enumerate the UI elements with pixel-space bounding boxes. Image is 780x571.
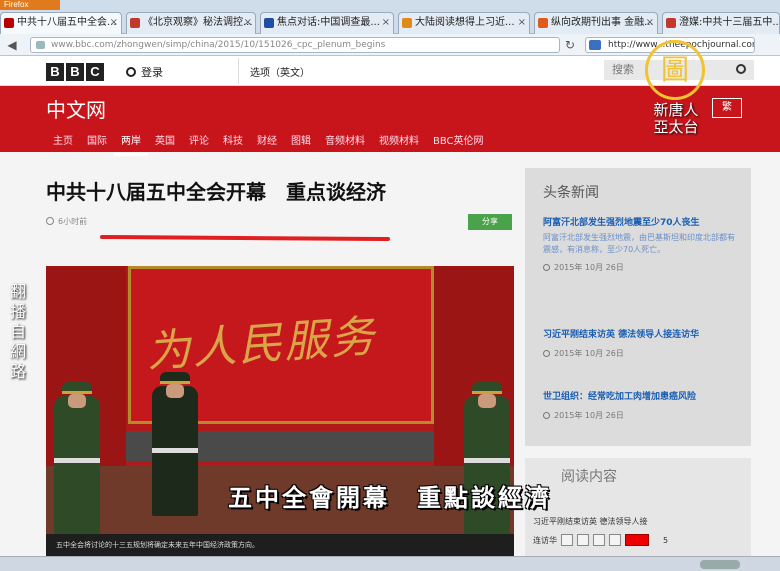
address-bar[interactable]: www.bbc.com/zhongwen/simp/china/2015/10/… (30, 37, 560, 53)
close-tab-icon[interactable]: × (244, 13, 252, 33)
voa-favicon-icon (264, 18, 274, 28)
logo-letter: C (86, 63, 104, 81)
clock-icon (46, 217, 54, 225)
share-button[interactable]: 分享 (468, 214, 512, 230)
tab-beijing-observation[interactable]: 《北京观察》秘法调控... × (126, 12, 256, 34)
close-tab-icon[interactable]: × (646, 13, 654, 33)
search-icon[interactable] (736, 64, 746, 74)
reload-icon[interactable]: ↻ (562, 37, 578, 53)
nav-item-tech[interactable]: 科技 (216, 132, 250, 156)
news-headline[interactable]: 世卫组织：经常吃加工肉增加患癌风险 (543, 390, 739, 404)
news-date-text: 2015年 10月 26日 (554, 349, 624, 358)
tab-finance-news[interactable]: 纵向改期刊出事 金融... × (534, 12, 658, 34)
language-select[interactable]: 选项（英文） (250, 64, 310, 79)
tab-label: 纵向改期刊出事 金融... (551, 17, 654, 28)
login-label: 登录 (141, 66, 163, 79)
close-tab-icon[interactable]: × (110, 13, 118, 33)
news-item[interactable]: 世卫组织：经常吃加工肉增加患癌风险 2015年 10月 26日 (543, 390, 739, 421)
nav-item-video[interactable]: 视频材料 (372, 132, 426, 156)
toolbar-rect-icon[interactable] (561, 534, 573, 546)
address-text: www.bbc.com/zhongwen/simp/china/2015/10/… (51, 40, 386, 50)
toolbar-save-icon[interactable] (577, 534, 589, 546)
tab-bbc-article[interactable]: 中共十八届五中全会... × (0, 12, 122, 34)
nav-item-uk[interactable]: 英国 (148, 132, 182, 156)
section-nav: 主页 国际 两岸 英国 评论 科技 财经 图辑 音频材料 视频材料 BBC英伦网 (46, 132, 491, 156)
news-date-text: 2015年 10月 26日 (554, 263, 624, 272)
ntd-name-line2: 亞太台 (653, 118, 699, 136)
close-tab-icon[interactable]: × (382, 13, 390, 33)
news-date: 2015年 10月 26日 (543, 410, 739, 421)
annotation-toolbar: 连访华 5 (533, 532, 751, 548)
nav-item-gallery[interactable]: 图辑 (284, 132, 318, 156)
rebroadcast-tag: 翻播自網路 (10, 282, 27, 381)
site-identity-icon (36, 41, 45, 49)
red-underline-annotation (99, 234, 391, 242)
tab-label: 《北京观察》秘法调控... (143, 17, 253, 28)
user-icon (126, 67, 136, 77)
photo-caption: 五中全会将讨论的十三五规划将确定未来五年中国经济政策方向。 (56, 541, 259, 549)
tab-label: 焦点对话:中国调查最... (277, 17, 380, 28)
toolbar-pen-icon[interactable] (609, 534, 621, 546)
search-engine-icon (589, 40, 601, 50)
line-width-stepper[interactable]: 5 (663, 536, 668, 545)
ntd-emblem-icon: 圖 (645, 40, 705, 100)
nav-item-finance[interactable]: 财经 (250, 132, 284, 156)
news-date: 2015年 10月 26日 (543, 262, 739, 273)
nav-item-bbc-uk-china[interactable]: BBC英伦网 (426, 132, 491, 156)
firefox-menu-button[interactable]: Firefox (0, 0, 60, 10)
nav-item-world[interactable]: 国际 (80, 132, 114, 156)
timestamp-text: 6小时前 (58, 217, 88, 226)
ntd-logo: 圖 新唐人 亞太台 (630, 40, 730, 140)
tab-label: 中共十八届五中全会... (17, 17, 117, 28)
clock-icon (543, 350, 550, 357)
site-favicon-icon (402, 18, 412, 28)
nav-item-home[interactable]: 主页 (46, 132, 80, 156)
tab-mainland-reading[interactable]: 大陆阅读想得上习近... × (398, 12, 530, 34)
news-date: 2015年 10月 26日 (543, 348, 739, 359)
article-timestamp: 6小时前 (46, 216, 87, 227)
site-favicon-icon (538, 18, 548, 28)
top-news-heading: 头条新闻 (543, 185, 599, 201)
clock-icon (543, 412, 550, 419)
bbc-favicon-icon (4, 18, 14, 28)
nav-item-comment[interactable]: 评论 (182, 132, 216, 156)
site-brand[interactable]: 中文网 (46, 94, 106, 123)
bbc-logo[interactable]: B B C (46, 63, 104, 81)
news-headline[interactable]: 阿富汗北部发生强烈地震至少70人丧生 (543, 216, 739, 230)
toolbar-eraser-icon[interactable] (593, 534, 605, 546)
tab-focus-dialogue[interactable]: 焦点对话:中国调查最... × (260, 12, 394, 34)
tab-hk-media[interactable]: 澄媒:中共十三届五中... (662, 12, 780, 34)
site-favicon-icon (130, 18, 140, 28)
tab-label: 澄媒:中共十三届五中... (679, 17, 780, 28)
browser-tab-bar: Firefox 中共十八届五中全会... × 《北京观察》秘法调控... × 焦… (0, 0, 780, 34)
horizontal-scrollbar[interactable] (0, 556, 780, 571)
news-item[interactable]: 习近平刚结束访英 德法领导人接连访华 2015年 10月 26日 (543, 328, 739, 359)
news-headline[interactable]: 习近平刚结束访英 德法领导人接连访华 (543, 328, 739, 342)
back-arrow-icon[interactable]: ◀ (4, 37, 20, 53)
login-link[interactable]: 登录 (126, 64, 163, 80)
nav-item-audio[interactable]: 音频材料 (318, 132, 372, 156)
close-tab-icon[interactable]: × (518, 13, 526, 33)
top-news-panel: 头条新闻 阿富汗北部发生强烈地震至少70人丧生 阿富汗北部发生强烈地震，由巴基斯… (525, 168, 751, 446)
logo-letter: B (46, 63, 64, 81)
clock-icon (543, 264, 550, 271)
toolbar-color-swatch[interactable] (625, 534, 649, 546)
news-item[interactable]: 阿富汗北部发生强烈地震至少70人丧生 阿富汗北部发生强烈地震，由巴基斯坦和印度北… (543, 216, 739, 273)
reading-link[interactable]: 习近平刚结束访英 德法领导人接 (533, 516, 648, 527)
ntd-name: 新唐人 亞太台 (630, 102, 722, 136)
nav-item-cross-strait[interactable]: 两岸 (114, 132, 148, 156)
divider (238, 58, 239, 84)
toolbar-label: 连访华 (533, 535, 557, 545)
site-favicon-icon (666, 18, 676, 28)
guard-soldier-left (54, 382, 100, 536)
news-summary: 阿富汗北部发生强烈地震，由巴基斯坦和印度北部都有震感，有消息称，至少70人死亡。 (543, 233, 735, 254)
logo-letter: B (66, 63, 84, 81)
guard-soldier-right (464, 382, 510, 536)
tab-label: 大陆阅读想得上习近... (415, 17, 515, 28)
video-subtitle: 五中全會開幕 重點談經濟 (228, 483, 552, 512)
ntd-name-line1: 新唐人 (653, 101, 699, 119)
scrollbar-thumb[interactable] (700, 560, 740, 569)
news-date-text: 2015年 10月 26日 (554, 411, 624, 420)
article-title: 中共十八届五中全会开幕 重点谈经济 (46, 180, 386, 204)
